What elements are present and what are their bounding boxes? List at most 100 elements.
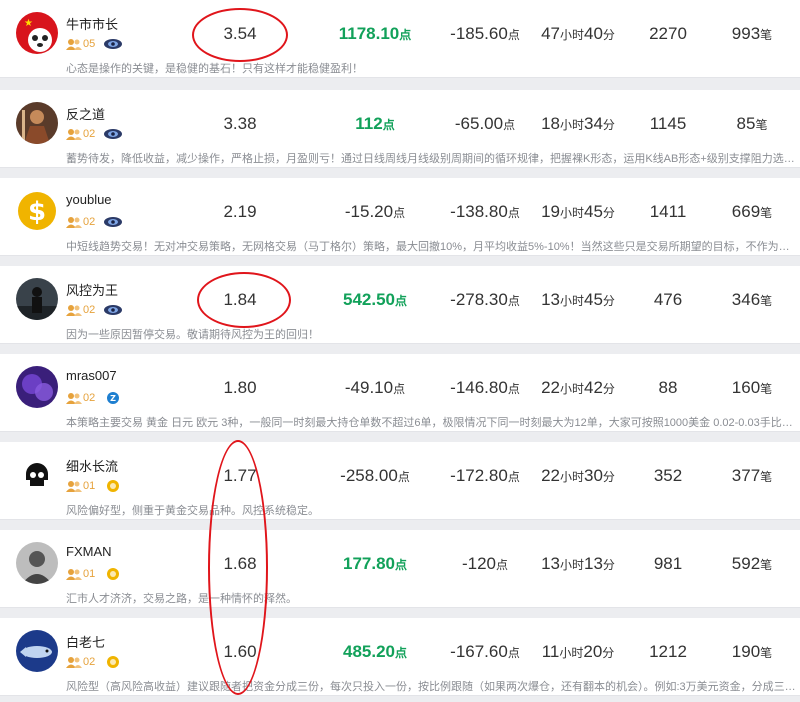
eye-medal-icon <box>103 304 123 316</box>
dark-figure-avatar[interactable] <box>16 278 58 320</box>
orders-value: 377 <box>731 466 761 485</box>
strategy-description: 蓄势待发，降低收益，减少操作，严格止损，月盈则亏！通过日线周线月线级别周期间的循… <box>66 153 796 165</box>
strategy-description: 汇市人才济济，交易之路，是一种情怀的释然。 <box>66 593 297 605</box>
trader-name[interactable]: 风控为王 <box>66 280 118 299</box>
points-unit: 点 <box>394 558 407 572</box>
points-unit: 点 <box>382 118 395 132</box>
trader-name[interactable]: 白老七 <box>66 632 105 651</box>
trader-name[interactable]: mras007 <box>66 368 117 383</box>
strategy-description: 中短线趋势交易！无对冲交易策略，无网格交易（马丁格尔）策略，最大回撤10%，月平… <box>66 241 796 253</box>
trader-row[interactable]: FXMAN 01 1.68 177.80点 -120点 13小时13分 981 592笔 汇市人… <box>0 530 800 608</box>
warrior-avatar[interactable] <box>16 102 58 144</box>
svg-text:★: ★ <box>24 18 33 29</box>
win-rate-value: 3.38 <box>223 114 257 133</box>
holding-time: 13小时13分 <box>528 554 628 574</box>
level-number: 02 <box>83 392 96 404</box>
trader-row[interactable]: $ youblue 02 2.19 -15.20点 -138.80点 19小时45分 1411… <box>0 178 800 256</box>
level-number: 01 <box>83 480 96 492</box>
orders-value: 669 <box>731 202 761 221</box>
eye-medal-icon <box>103 128 123 140</box>
minutes-unit: 分 <box>602 470 615 484</box>
grey-portrait-avatar[interactable] <box>16 542 58 584</box>
drawdown-points: -172.80点 <box>435 466 535 486</box>
trader-name[interactable]: FXMAN <box>66 544 112 559</box>
drawdown-value: -167.60 <box>450 642 508 661</box>
order-count: 190笔 <box>712 642 792 662</box>
profit-value: 485.20 <box>342 642 395 661</box>
followers-level: 02 <box>66 128 95 140</box>
followers-level: 02 <box>66 656 95 668</box>
hours-unit: 小时 <box>559 646 584 660</box>
trader-row[interactable]: mras007 02 Z 1.80 -49.10点 -146.80点 22小时42分 88 16… <box>0 354 800 432</box>
drawdown-value: -146.80 <box>450 378 508 397</box>
strategy-description: 心态是操作的关键，是稳健的基石！只有这样才能稳健盈利！ <box>66 63 363 75</box>
order-count: 160笔 <box>712 378 792 398</box>
trader-row[interactable]: 反之道 02 3.38 112点 -65.00点 18小时34分 1145 85笔 蓄势待发，降… <box>0 90 800 168</box>
trader-row[interactable]: 风控为王 02 1.84 542.50点 -278.30点 13小时45分 476 346笔因… <box>0 266 800 344</box>
followers-level: 02 <box>66 392 95 404</box>
gold-medal-icon <box>103 568 123 580</box>
profit-points: -258.00点 <box>320 466 430 486</box>
trader-row[interactable]: ★ 牛市市长 05 3.54 1178.10点 -185.60点 47小时40分 2270 99… <box>0 0 800 78</box>
holding-time: 11小时20分 <box>528 642 628 662</box>
profit-value: -258.00 <box>340 466 398 485</box>
people-icon <box>66 392 83 404</box>
order-count: 346笔 <box>712 290 792 310</box>
hours-value: 11 <box>541 642 560 661</box>
strategy-description: 因为一些原因暂停交易。敬请期待风控为王的回归！ <box>66 329 319 341</box>
followers-level: 01 <box>66 568 95 580</box>
purple-abstract-avatar[interactable] <box>16 366 58 408</box>
minutes-unit: 分 <box>602 294 615 308</box>
arowana-fish-avatar[interactable] <box>16 630 58 672</box>
profit-value: 542.50 <box>342 290 395 309</box>
holding-time: 47小时40分 <box>528 24 628 44</box>
trader-name[interactable]: 反之道 <box>66 104 105 123</box>
points-unit: 点 <box>393 206 406 220</box>
trader-name[interactable]: 细水长流 <box>66 456 118 475</box>
points-unit: 点 <box>394 294 407 308</box>
level-number: 02 <box>83 656 96 668</box>
minutes-unit: 分 <box>602 28 615 42</box>
gold-medal-icon <box>103 480 123 492</box>
trader-row[interactable]: 细水长流 01 1.77 -258.00点 -172.80点 22小时30分 352 377笔… <box>0 442 800 520</box>
eye-medal-icon <box>103 216 123 228</box>
trader-name[interactable]: 牛市市长 <box>66 14 118 33</box>
hours-value: 13 <box>541 554 560 573</box>
gold-dollar-avatar[interactable]: $ <box>16 190 58 232</box>
profit-value: -49.10 <box>344 378 394 397</box>
profit-points: 177.80点 <box>320 554 430 574</box>
points-unit: 点 <box>507 28 520 42</box>
strategy-description: 风险型（高风险高收益）建议跟随者把资金分成三份，每次只投入一份，按比例跟随（如果… <box>66 681 796 693</box>
minutes-unit: 分 <box>602 646 615 660</box>
minutes-unit: 分 <box>602 206 615 220</box>
badges: 02 Z <box>66 390 123 406</box>
level-number: 01 <box>83 568 96 580</box>
hours-value: 47 <box>541 24 560 43</box>
minutes-unit: 分 <box>602 118 615 132</box>
points-unit: 点 <box>507 470 520 484</box>
points-unit: 点 <box>393 382 406 396</box>
drawdown-points: -167.60点 <box>435 642 535 662</box>
hours-value: 22 <box>541 378 560 397</box>
orders-value: 85 <box>736 114 756 133</box>
people-icon <box>66 568 83 580</box>
order-count: 993笔 <box>712 24 792 44</box>
drawdown-value: -172.80 <box>450 466 508 485</box>
people-icon <box>66 38 83 50</box>
points-unit: 点 <box>507 294 520 308</box>
holding-time: 19小时45分 <box>528 202 628 222</box>
minutes-value: 30 <box>584 466 603 485</box>
people-icon <box>66 656 83 668</box>
hours-value: 18 <box>541 114 560 133</box>
orders-value: 592 <box>731 554 761 573</box>
skull-avatar[interactable] <box>16 454 58 496</box>
china-flag-panda-avatar[interactable]: ★ <box>16 12 58 54</box>
trader-name[interactable]: youblue <box>66 192 112 207</box>
profit-points: 112点 <box>320 114 430 134</box>
order-count: 669笔 <box>712 202 792 222</box>
holding-time: 22小时42分 <box>528 378 628 398</box>
drawdown-points: -185.60点 <box>435 24 535 44</box>
trader-row[interactable]: 白老七 02 1.60 485.20点 -167.60点 11小时20分 1212 190笔风… <box>0 618 800 696</box>
svg-text:Z: Z <box>110 394 116 403</box>
orders-unit: 笔 <box>760 28 773 42</box>
